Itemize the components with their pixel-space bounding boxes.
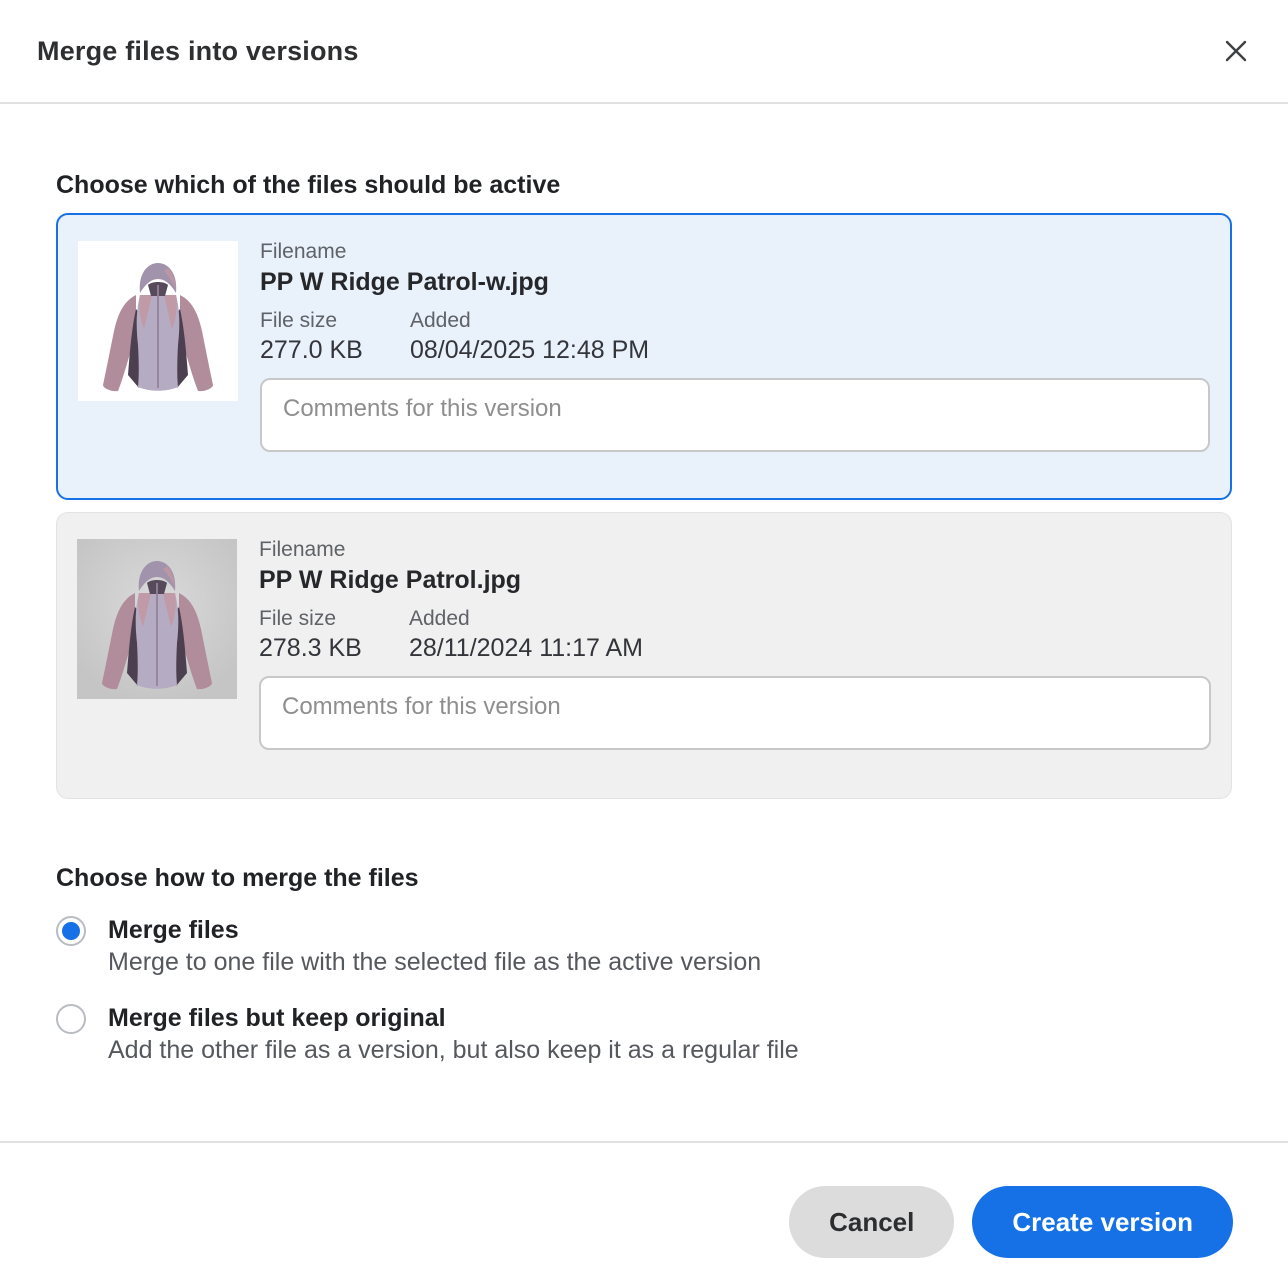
- file-card-body: Filename PP W Ridge Patrol-w.jpg File si…: [260, 215, 1210, 452]
- file-card-body: Filename PP W Ridge Patrol.jpg File size…: [259, 513, 1211, 750]
- close-icon: [1222, 37, 1250, 65]
- radio-option-label: Merge files but keep original: [108, 1002, 799, 1034]
- active-file-section-heading: Choose which of the files should be acti…: [56, 170, 1232, 200]
- filename-value: PP W Ridge Patrol-w.jpg: [260, 265, 1210, 300]
- file-card-selected[interactable]: Filename PP W Ridge Patrol-w.jpg File si…: [56, 213, 1232, 500]
- added-value: 28/11/2024 11:17 AM: [409, 632, 643, 665]
- filesize-label: File size: [260, 307, 410, 334]
- file-meta-row: File size 277.0 KB Added 08/04/2025 12:4…: [260, 307, 1210, 367]
- filesize-value: 277.0 KB: [260, 334, 410, 367]
- version-comment-input[interactable]: [260, 378, 1210, 452]
- filename-label: Filename: [260, 238, 1210, 265]
- file-card-unselected[interactable]: Filename PP W Ridge Patrol.jpg File size…: [56, 512, 1232, 799]
- filesize-value: 278.3 KB: [259, 632, 409, 665]
- filesize-label: File size: [259, 605, 409, 632]
- radio-option-label: Merge files: [108, 914, 761, 946]
- radio-text: Merge files Merge to one file with the s…: [108, 914, 761, 979]
- cancel-button[interactable]: Cancel: [789, 1186, 954, 1258]
- radio-button-checked-icon[interactable]: [56, 916, 86, 946]
- radio-option-description: Merge to one file with the selected file…: [108, 946, 761, 979]
- dialog-title: Merge files into versions: [37, 36, 359, 67]
- dialog-header: Merge files into versions: [0, 0, 1288, 104]
- radio-button-unchecked-icon[interactable]: [56, 1004, 86, 1034]
- file-thumbnail: [77, 539, 237, 699]
- radio-option-description: Add the other file as a version, but als…: [108, 1034, 799, 1067]
- radio-option-merge-keep-original[interactable]: Merge files but keep original Add the ot…: [56, 1002, 1232, 1067]
- merge-files-dialog: { "dialog": { "title": "Merge files into…: [0, 0, 1288, 1288]
- file-thumbnail: [78, 241, 238, 401]
- filename-label: Filename: [259, 536, 1211, 563]
- dialog-footer: Cancel Create version: [0, 1141, 1288, 1258]
- added-label: Added: [409, 605, 643, 632]
- create-version-button[interactable]: Create version: [972, 1186, 1233, 1258]
- close-button[interactable]: [1214, 29, 1258, 73]
- file-meta-row: File size 278.3 KB Added 28/11/2024 11:1…: [259, 605, 1211, 665]
- radio-option-merge-files[interactable]: Merge files Merge to one file with the s…: [56, 914, 1232, 979]
- dialog-content: Choose which of the files should be acti…: [0, 170, 1288, 1067]
- version-comment-input[interactable]: [259, 676, 1211, 750]
- added-label: Added: [410, 307, 649, 334]
- filename-value: PP W Ridge Patrol.jpg: [259, 563, 1211, 598]
- added-value: 08/04/2025 12:48 PM: [410, 334, 649, 367]
- footer-buttons: Cancel Create version: [0, 1143, 1288, 1258]
- merge-mode-section-heading: Choose how to merge the files: [56, 863, 1232, 893]
- radio-text: Merge files but keep original Add the ot…: [108, 1002, 799, 1067]
